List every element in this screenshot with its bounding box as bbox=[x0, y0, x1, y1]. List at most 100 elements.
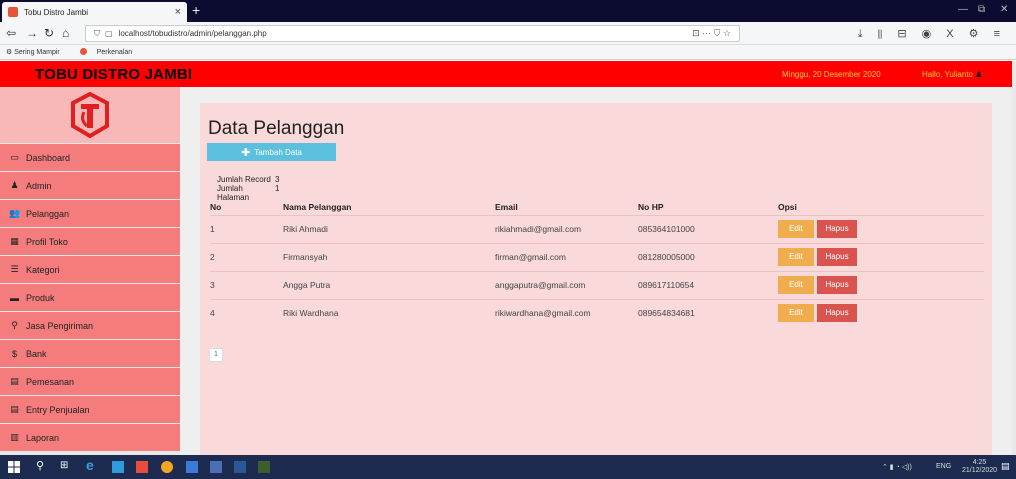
sidebar-item-label: Profil Toko bbox=[26, 236, 68, 247]
content-panel: Data Pelanggan ✚ Tambah Data Jumlah Reco… bbox=[200, 103, 992, 455]
sidebar-item-pemesanan[interactable]: ▤ Pemesanan bbox=[0, 368, 180, 395]
pagination-page-1[interactable]: 1 bbox=[209, 348, 223, 362]
minimize-icon[interactable]: — bbox=[958, 4, 968, 15]
edit-button[interactable]: Edit bbox=[778, 304, 814, 323]
record-count-label: Jumlah Record bbox=[217, 175, 271, 184]
sidebar: ▭ Dashboard ♟ Admin 👥 Pelanggan ▦ Profil… bbox=[0, 87, 180, 455]
language-indicator[interactable]: ENG bbox=[936, 463, 951, 470]
delete-button[interactable]: Hapus bbox=[817, 248, 857, 266]
url-text: localhost/tobudistro/admin/pelanggan.php bbox=[118, 29, 267, 38]
clock[interactable]: 4:25 21/12/2020 bbox=[962, 459, 997, 475]
table-icon: ▦ bbox=[10, 236, 19, 246]
dreamweaver-icon[interactable] bbox=[258, 461, 270, 473]
bookmark-perkenalan[interactable]: Perkenalan bbox=[79, 48, 142, 56]
col-header-opsi: Opsi bbox=[778, 201, 797, 212]
col-header-nama: Nama Pelanggan bbox=[283, 201, 352, 212]
cell-hp: 085364101000 bbox=[638, 214, 778, 243]
sidebar-item-label: Admin bbox=[26, 180, 52, 191]
cell-opsi: Edit Hapus bbox=[778, 242, 984, 271]
user-icon: ♟ bbox=[10, 180, 19, 190]
page-title: Data Pelanggan bbox=[208, 118, 345, 139]
logo bbox=[0, 87, 180, 143]
delete-button[interactable]: Hapus bbox=[817, 304, 857, 323]
browser-tab[interactable]: Tobu Distro Jambi × bbox=[2, 2, 187, 22]
cell-hp: 089617110654 bbox=[638, 270, 778, 299]
sidebar-item-pelanggan[interactable]: 👥 Pelanggan bbox=[0, 200, 180, 227]
header-date: Minggu, 20 Desember 2020 bbox=[782, 70, 881, 79]
user-greeting[interactable]: Hallo, Yulianto ♟ bbox=[922, 70, 982, 79]
sidebar-item-jasa-pengiriman[interactable]: ⚲ Jasa Pengiriman bbox=[0, 312, 180, 339]
sidebar-item-label: Entry Penjualan bbox=[26, 404, 90, 415]
toolbar-icons[interactable]: ⤓ ⫴ ⊟ ◉ X ⚙ ≡ bbox=[858, 27, 1006, 41]
cell-no: 2 bbox=[210, 242, 283, 271]
windows-start-icon[interactable] bbox=[8, 461, 20, 473]
tab-close-button[interactable]: × bbox=[175, 6, 181, 18]
explorer-icon[interactable] bbox=[186, 461, 198, 473]
search-icon[interactable]: ⚲ bbox=[36, 459, 48, 472]
users-icon: 👥 bbox=[9, 208, 21, 218]
sidebar-item-entry-penjualan[interactable]: ▤ Entry Penjualan bbox=[0, 396, 180, 423]
app-icon[interactable] bbox=[136, 461, 148, 473]
page-icon: ▢ bbox=[105, 29, 113, 38]
cell-email: anggaputra@gmail.com bbox=[495, 270, 638, 299]
new-tab-button[interactable]: + bbox=[192, 3, 200, 17]
cell-email: rikiwardhana@gmail.com bbox=[495, 298, 638, 327]
clock-time: 4:25 bbox=[972, 459, 987, 466]
dollar-icon: $ bbox=[11, 348, 17, 359]
sidebar-item-kategori[interactable]: ☰ Kategori bbox=[0, 256, 180, 283]
restore-icon[interactable]: ⧉ bbox=[978, 4, 985, 15]
delete-button[interactable]: Hapus bbox=[817, 220, 857, 238]
sidebar-item-dashboard[interactable]: ▭ Dashboard bbox=[0, 144, 180, 171]
tab-title: Tobu Distro Jambi bbox=[24, 7, 89, 17]
add-data-label: Tambah Data bbox=[254, 147, 302, 157]
cell-no: 3 bbox=[210, 270, 283, 299]
close-window-icon[interactable]: ✕ bbox=[1000, 4, 1008, 15]
sidebar-item-bank[interactable]: $ Bank bbox=[0, 340, 180, 367]
report-icon: ▥ bbox=[10, 432, 19, 442]
edit-button[interactable]: Edit bbox=[778, 276, 814, 294]
back-icon[interactable]: ⇦ bbox=[6, 26, 16, 40]
bookmarks-bar: ⚙ Sering Mampir Perkenalan bbox=[0, 45, 1016, 60]
edit-button[interactable]: Edit bbox=[778, 248, 814, 266]
sidebar-item-laporan[interactable]: ▥ Laporan bbox=[0, 424, 180, 451]
shield-icon: ⛉ bbox=[94, 28, 100, 38]
browser-nav-bar: ⇦ → ↻ ⌂ ⛉ ▢ localhost/tobudistro/admin/p… bbox=[0, 22, 1016, 45]
home-icon[interactable]: ⌂ bbox=[62, 26, 69, 40]
sidebar-item-label: Kategori bbox=[26, 264, 60, 275]
plus-icon: ✚ bbox=[241, 146, 251, 159]
cell-nama: Firmansyah bbox=[283, 242, 495, 271]
cell-email: rikiahmadi@gmail.com bbox=[495, 214, 638, 243]
brand-title[interactable]: TOBU DISTRO JAMBI bbox=[35, 66, 192, 83]
cell-opsi: Edit Hapus bbox=[778, 298, 984, 327]
map-marker-icon: ⚲ bbox=[11, 320, 18, 330]
record-stats: Jumlah Record 3 Jumlah Halaman 1 bbox=[217, 175, 279, 202]
sidebar-item-profil-toko[interactable]: ▦ Profil Toko bbox=[0, 228, 180, 255]
word-icon[interactable] bbox=[234, 461, 246, 473]
cell-no: 4 bbox=[210, 298, 283, 327]
bookmark-sering-mampir[interactable]: ⚙ Sering Mampir bbox=[6, 48, 70, 56]
task-view-icon[interactable]: ⊞ bbox=[60, 460, 72, 472]
store-icon[interactable] bbox=[112, 461, 124, 473]
tray-icons[interactable]: ⌃ ▮ ◔ ◁)) bbox=[882, 463, 912, 471]
cell-hp: 081280005000 bbox=[638, 242, 778, 271]
sidebar-item-produk[interactable]: ▬ Produk bbox=[0, 284, 180, 311]
add-data-button[interactable]: ✚ Tambah Data bbox=[207, 143, 336, 161]
credit-card-icon: ▤ bbox=[10, 376, 19, 386]
reload-icon[interactable]: ↻ bbox=[44, 26, 54, 40]
delete-button[interactable]: Hapus bbox=[817, 276, 857, 294]
sidebar-item-admin[interactable]: ♟ Admin bbox=[0, 172, 180, 199]
firefox-icon[interactable] bbox=[161, 461, 173, 473]
cell-email: firman@gmail.com bbox=[495, 242, 638, 271]
logo-icon bbox=[71, 92, 109, 138]
media-icon[interactable] bbox=[210, 461, 222, 473]
edge-icon[interactable]: e bbox=[86, 457, 98, 473]
edit-button[interactable]: Edit bbox=[778, 220, 814, 238]
url-actions[interactable]: ⊡ ··· ⛉ ☆ bbox=[692, 28, 731, 39]
greeting-text: Hallo, Yulianto bbox=[922, 70, 973, 79]
page-scrollbar[interactable] bbox=[1012, 61, 1016, 455]
notification-icon[interactable]: ▤ bbox=[1001, 461, 1010, 472]
url-bar[interactable]: ⛉ ▢ localhost/tobudistro/admin/pelanggan… bbox=[85, 25, 740, 42]
forward-icon[interactable]: → bbox=[26, 26, 38, 40]
cell-opsi: Edit Hapus bbox=[778, 270, 984, 299]
customer-table: No Nama Pelanggan Email No HP Opsi 1 Rik… bbox=[210, 199, 984, 327]
